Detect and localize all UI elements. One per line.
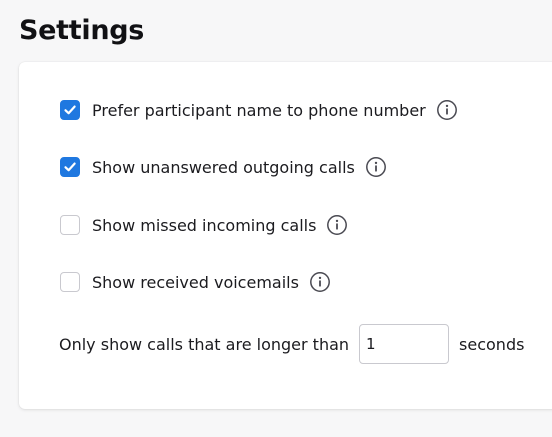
min-call-duration-label: Only show calls that are longer than <box>59 334 350 354</box>
prefer-participant-name-label: Prefer participant name to phone number <box>92 100 426 120</box>
info-icon[interactable] <box>309 271 331 293</box>
page-title: Settings <box>19 15 145 46</box>
option-show-missed-incoming: Show missed incoming calls <box>60 213 348 237</box>
show-missed-incoming-label: Show missed incoming calls <box>92 215 317 235</box>
min-call-duration-row: Only show calls that are longer than sec… <box>59 324 524 364</box>
info-icon[interactable] <box>436 99 458 121</box>
show-unanswered-outgoing-label: Show unanswered outgoing calls <box>92 157 355 177</box>
show-missed-incoming-checkbox[interactable] <box>60 215 80 235</box>
show-received-voicemails-label: Show received voicemails <box>92 272 299 292</box>
min-call-duration-unit: seconds <box>459 334 525 354</box>
show-unanswered-outgoing-checkbox[interactable] <box>60 157 80 177</box>
checkmark-icon <box>64 162 76 172</box>
settings-card: Prefer participant name to phone number … <box>19 62 552 409</box>
option-prefer-participant-name: Prefer participant name to phone number <box>60 98 458 122</box>
info-icon[interactable] <box>365 156 387 178</box>
option-show-received-voicemails: Show received voicemails <box>60 270 331 294</box>
info-icon[interactable] <box>326 214 348 236</box>
checkmark-icon <box>64 105 76 115</box>
show-received-voicemails-checkbox[interactable] <box>60 272 80 292</box>
prefer-participant-name-checkbox[interactable] <box>60 100 80 120</box>
option-show-unanswered-outgoing: Show unanswered outgoing calls <box>60 155 387 179</box>
min-call-duration-input[interactable] <box>359 324 450 364</box>
